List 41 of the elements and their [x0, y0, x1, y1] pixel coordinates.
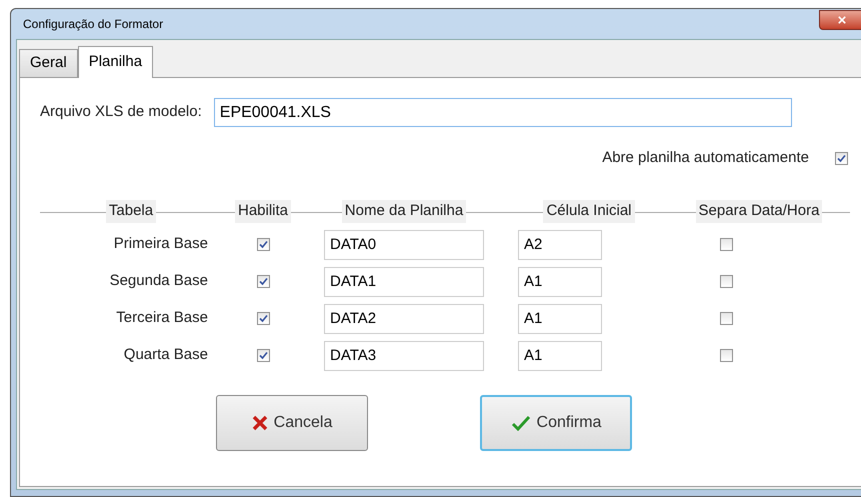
model-file-field[interactable]: EPE00041.XLS — [214, 98, 792, 127]
split-checkbox[interactable] — [720, 238, 733, 251]
tab[interactable]: Planilha — [78, 46, 154, 78]
row-label: Terceira Base — [116, 308, 208, 328]
cancel-button[interactable]: Cancela — [216, 394, 368, 450]
split-checkbox[interactable] — [720, 312, 733, 325]
tab[interactable]: Geral — [19, 49, 78, 77]
x-icon — [252, 414, 268, 430]
checkmark-icon — [258, 314, 268, 323]
enable-checkbox[interactable] — [256, 275, 270, 288]
row-label: Quarta Base — [124, 345, 208, 366]
checkmark-icon — [837, 154, 846, 163]
start-cell-field[interactable]: A1 — [518, 266, 602, 296]
row-label: Primeira Base — [114, 234, 208, 254]
split-checkbox[interactable] — [720, 349, 733, 362]
column-header: Tabela — [106, 200, 156, 223]
start-cell-field[interactable]: A2 — [518, 230, 602, 260]
auto-open-checkbox[interactable] — [835, 152, 848, 165]
start-cell-field[interactable]: A1 — [518, 304, 602, 334]
sheet-name-field[interactable]: DATA3 — [324, 340, 484, 370]
checkmark-icon — [258, 240, 268, 249]
split-checkbox[interactable] — [720, 275, 733, 288]
enable-checkbox[interactable] — [256, 349, 270, 362]
checkmark-icon — [258, 351, 268, 360]
column-header: Separa Data/Hora — [696, 200, 822, 223]
confirm-button[interactable]: Confirma — [480, 394, 632, 450]
checkbox-label: Abre planilha automaticamente — [602, 148, 809, 168]
column-header: Célula Inicial — [543, 200, 635, 223]
enable-checkbox[interactable] — [256, 312, 270, 325]
sheet-name-field[interactable]: DATA2 — [324, 304, 484, 334]
column-header: Habilita — [234, 200, 292, 223]
window-title: Configuração do Formator — [23, 16, 164, 33]
sheet-name-field[interactable]: DATA0 — [324, 230, 484, 260]
row-label: Segunda Base — [110, 271, 208, 292]
column-header: Nome da Planilha — [342, 200, 466, 223]
field-label: Arquivo XLS de modelo: — [40, 102, 202, 122]
start-cell-field[interactable]: A1 — [518, 340, 602, 370]
checkmark-icon — [258, 277, 268, 286]
checkmark-icon — [510, 414, 531, 430]
sheet-name-field[interactable]: DATA1 — [324, 266, 484, 296]
enable-checkbox[interactable] — [256, 238, 270, 251]
